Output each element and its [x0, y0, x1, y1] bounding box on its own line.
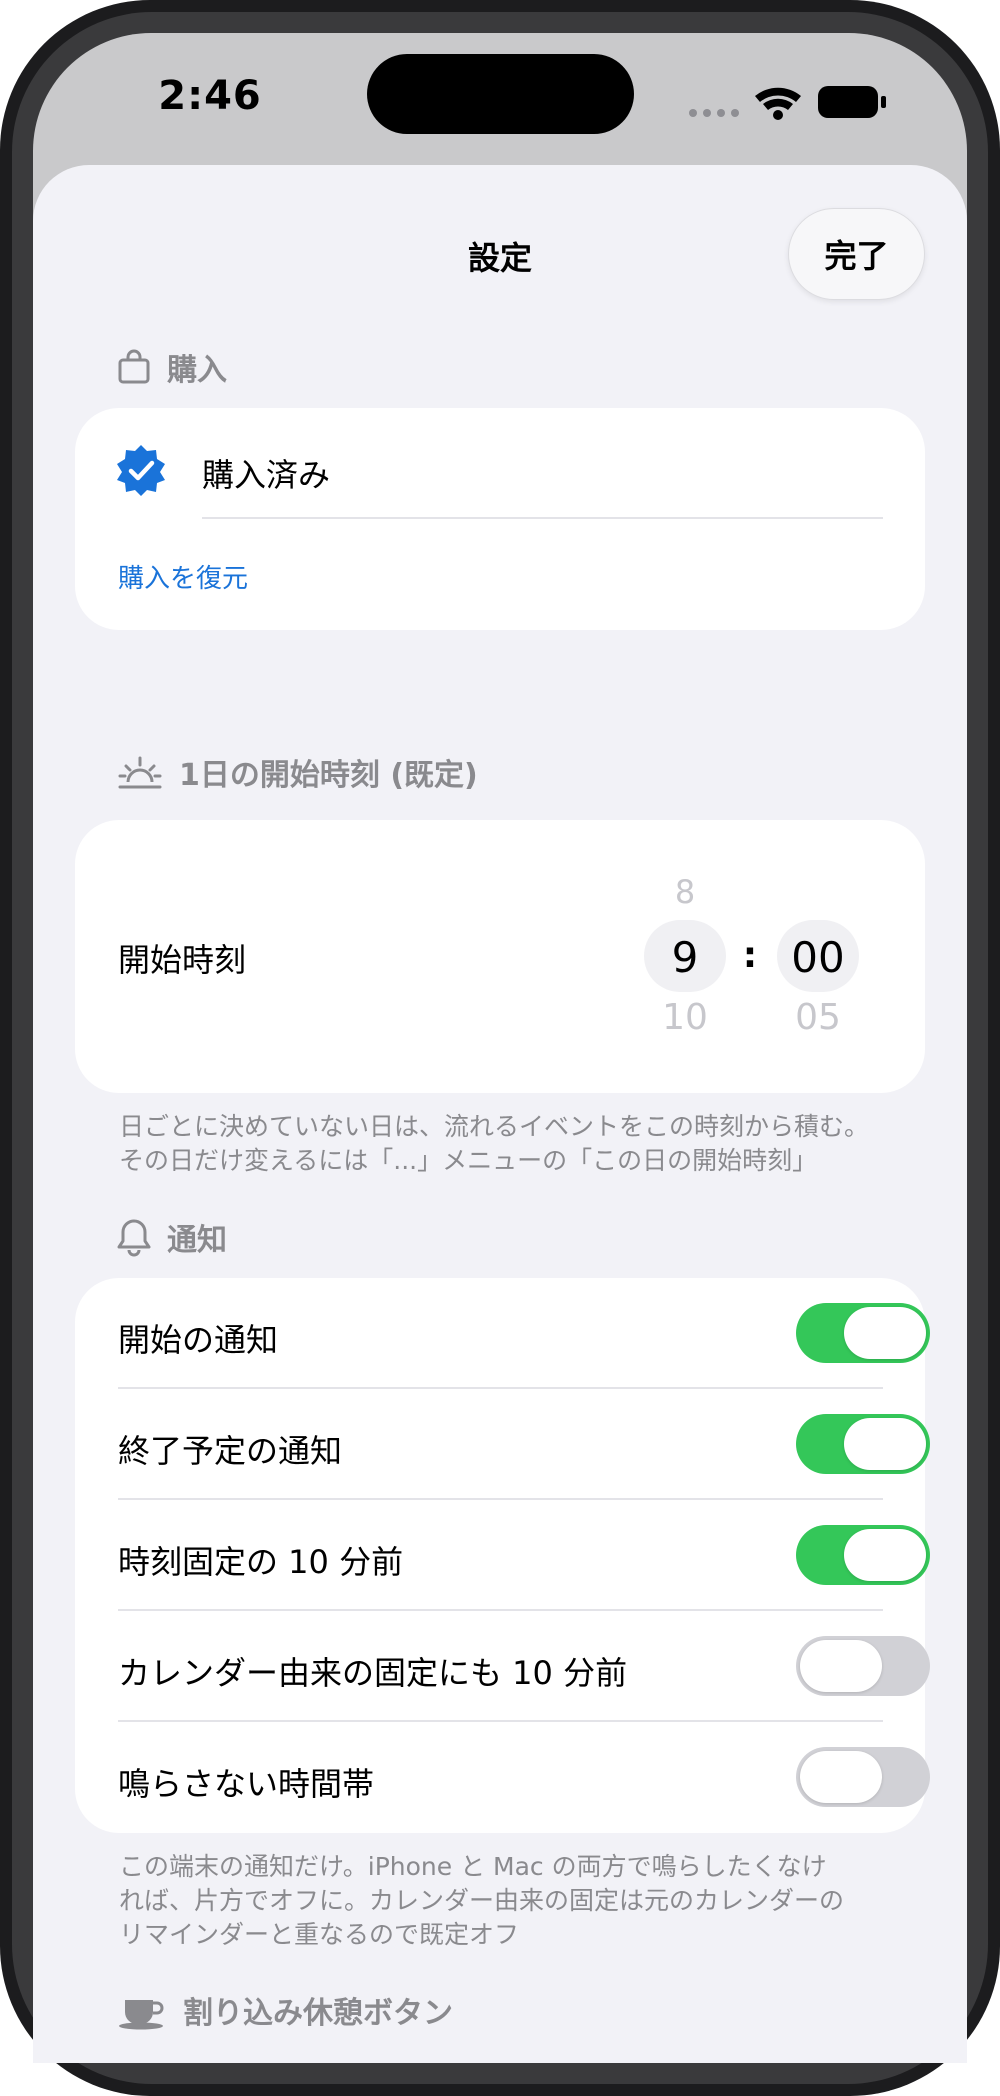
- restore-purchase-link[interactable]: 購入を復元: [118, 558, 248, 595]
- toggle-calendar-10min[interactable]: [796, 1636, 930, 1696]
- notification-label-start: 開始の通知: [118, 1321, 279, 1359]
- notifications-footnote: この端末の通知だけ。iPhone と Mac の両方で鳴らしたくなけ れば、片方…: [119, 1850, 919, 1952]
- section-title: 割り込み休憩ボタン: [183, 1996, 453, 2031]
- hour-next: 10: [662, 997, 708, 1038]
- footnote-line: この端末の通知だけ。iPhone と Mac の両方で鳴らしたくなけ: [119, 1852, 827, 1881]
- minute-selected: 00: [791, 933, 845, 982]
- section-title: 購入: [167, 353, 227, 388]
- battery-icon: [818, 86, 886, 118]
- footnote-line: 日ごとに決めていない日は、流れるイベントをこの時刻から積む。: [119, 1112, 870, 1141]
- section-header-notifications: 通知: [117, 1215, 227, 1259]
- notification-label-fixed: 時刻固定の 10 分前: [118, 1543, 404, 1581]
- notification-label-end: 終了予定の通知: [118, 1432, 343, 1470]
- done-button[interactable]: 完了: [788, 208, 925, 300]
- divider: [118, 1720, 883, 1722]
- section-header-day-start: 1日の開始時刻 (既定): [117, 750, 478, 794]
- section-header-break-button: 割り込み休憩ボタン: [117, 1988, 453, 2032]
- settings-sheet: 設定 完了 購入 購入済み 購入を復元 1日の開始時刻 (既定) 開始時刻 8 …: [33, 165, 967, 2063]
- verified-badge-icon: [117, 445, 165, 496]
- sunrise-icon: [118, 756, 162, 789]
- minute-next: 05: [795, 997, 841, 1038]
- notification-label-calendar: カレンダー由来の固定にも 10 分前: [118, 1654, 628, 1692]
- footnote-line: リマインダーと重なるので既定オフ: [119, 1920, 520, 1949]
- wifi-icon: [755, 87, 801, 120]
- purchased-status-label: 購入済み: [202, 456, 331, 494]
- footnote-line: れば、片方でオフに。カレンダー由来の固定は元のカレンダーの: [119, 1886, 845, 1915]
- start-time-label: 開始時刻: [118, 941, 247, 979]
- status-icons: [689, 86, 886, 120]
- footnote-line: その日だけ変えるには「...」メニューの「この日の開始時刻」: [119, 1146, 818, 1175]
- divider: [118, 1609, 883, 1611]
- section-title: 通知: [167, 1223, 227, 1258]
- divider: [202, 517, 883, 519]
- notifications-card: 開始の通知 終了予定の通知 時刻固定の 10 分前 カレンダー由来の固定にも 1…: [75, 1278, 930, 1833]
- section-header-purchase: 購入: [117, 345, 227, 389]
- toggle-start-notification[interactable]: [796, 1303, 930, 1363]
- day-start-card: 開始時刻 8 9 10 : 00 05: [75, 820, 925, 1093]
- toggle-quiet-hours[interactable]: [796, 1747, 930, 1807]
- toggle-fixed-10min[interactable]: [796, 1525, 930, 1585]
- hour-prev: 8: [674, 873, 696, 911]
- day-start-footnote: 日ごとに決めていない日は、流れるイベントをこの時刻から積む。 その日だけ変えるに…: [119, 1110, 919, 1178]
- divider: [118, 1387, 883, 1389]
- notification-label-quiet-hours: 鳴らさない時間帯: [118, 1765, 375, 1803]
- purchase-card: 購入済み 購入を復元: [75, 408, 925, 630]
- hour-selected: 9: [671, 933, 699, 982]
- time-separator: :: [742, 935, 758, 976]
- signal-dots-icon: [689, 109, 739, 117]
- coffee-cup-icon: [119, 2000, 164, 2030]
- toggle-end-notification[interactable]: [796, 1414, 930, 1474]
- section-title: 1日の開始時刻 (既定): [179, 758, 478, 793]
- bell-icon: [117, 1219, 151, 1257]
- divider: [118, 1498, 883, 1500]
- shopping-bag-icon: [118, 349, 150, 384]
